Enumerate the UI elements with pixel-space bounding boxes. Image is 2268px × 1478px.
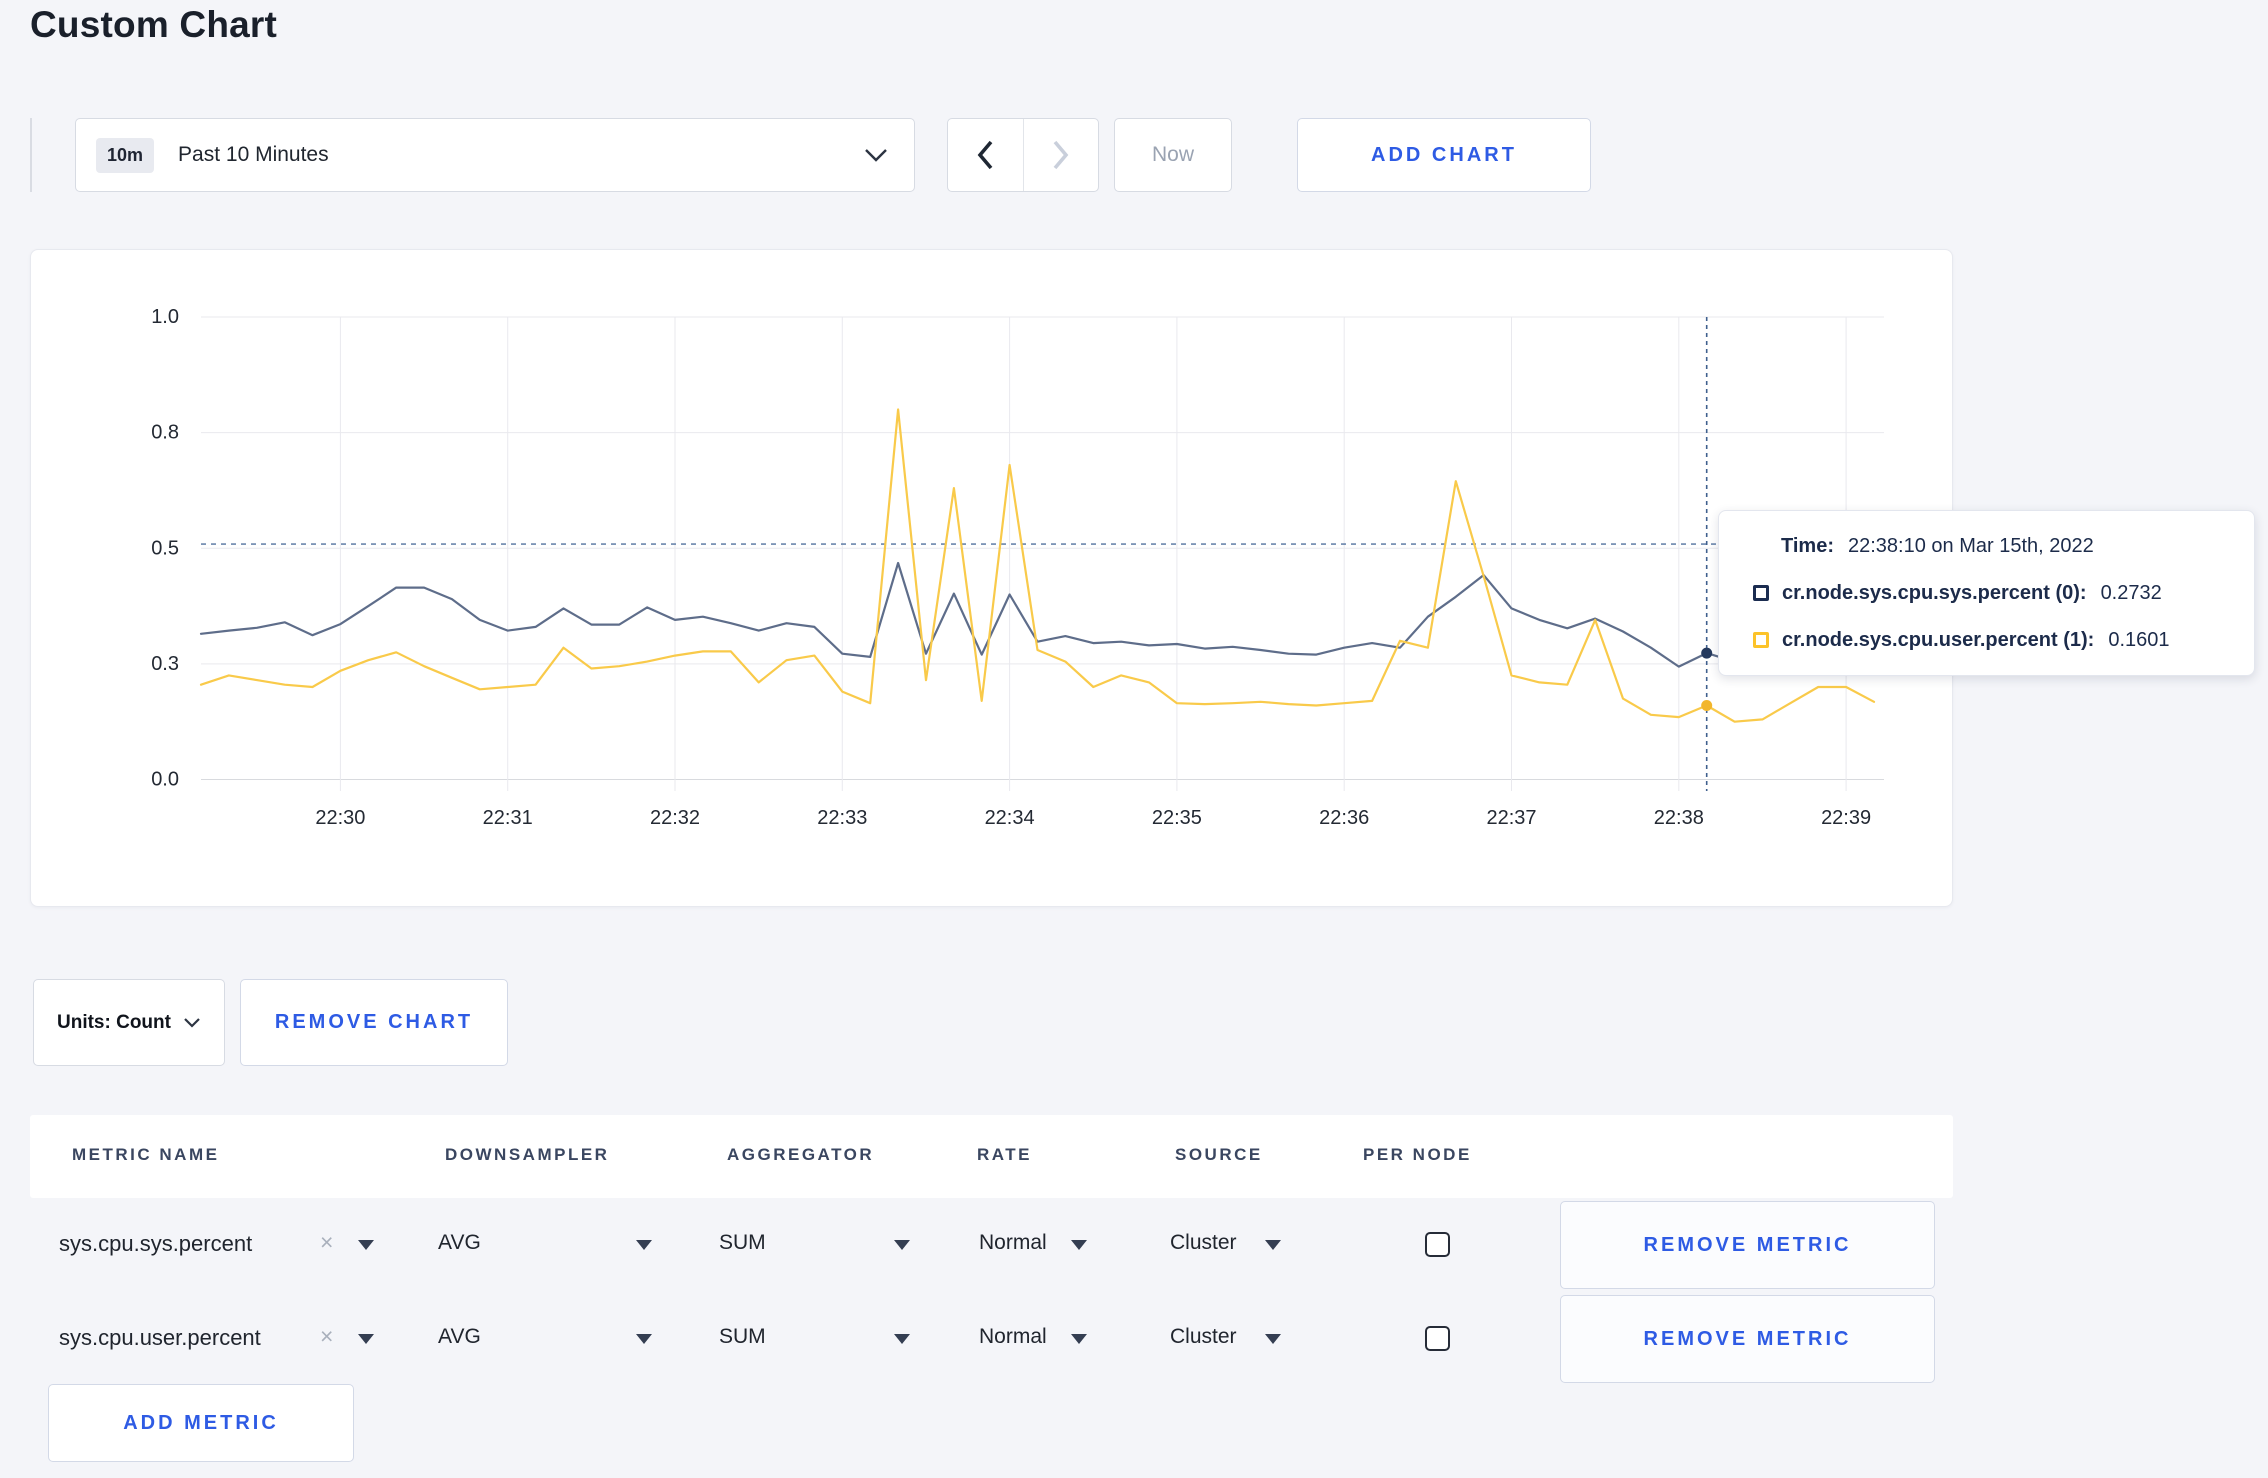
svg-text:22:38: 22:38 bbox=[1654, 807, 1704, 829]
add-chart-label: ADD CHART bbox=[1371, 143, 1517, 166]
chevron-left-icon bbox=[977, 140, 993, 170]
caret-down-icon[interactable] bbox=[636, 1334, 652, 1344]
chart-hover-tooltip: Time: 22:38:10 on Mar 15th, 2022 cr.node… bbox=[1718, 510, 2255, 676]
rate-select[interactable]: Normal bbox=[979, 1325, 1047, 1349]
user-percent-swatch-icon bbox=[1753, 632, 1769, 648]
tooltip-time-label: Time: bbox=[1781, 534, 1834, 557]
tooltip-series-row: cr.node.sys.cpu.sys.percent (0): 0.2732 bbox=[1753, 580, 2254, 607]
rate-select[interactable]: Normal bbox=[979, 1231, 1047, 1255]
col-header-rate: RATE bbox=[977, 1145, 1033, 1164]
svg-text:0.0: 0.0 bbox=[151, 769, 179, 791]
chevron-right-icon bbox=[1053, 140, 1069, 170]
caret-down-icon[interactable] bbox=[636, 1240, 652, 1250]
toolbar-left-divider bbox=[30, 118, 32, 192]
metric-name-select[interactable]: sys.cpu.user.percent bbox=[59, 1325, 261, 1351]
per-node-checkbox[interactable] bbox=[1425, 1326, 1450, 1351]
metric-row-sys-percent: sys.cpu.sys.percent × AVG SUM Normal Clu… bbox=[30, 1198, 1953, 1292]
aggregator-select[interactable]: SUM bbox=[719, 1325, 766, 1349]
remove-metric-label: REMOVE METRIC bbox=[1643, 1233, 1852, 1256]
tooltip-series-value: 0.2732 bbox=[2100, 581, 2162, 604]
units-dropdown[interactable]: Units: Count bbox=[33, 979, 225, 1066]
tooltip-series-value: 0.1601 bbox=[2108, 628, 2170, 651]
svg-text:1.0: 1.0 bbox=[151, 306, 179, 328]
svg-text:22:34: 22:34 bbox=[985, 807, 1035, 829]
caret-down-icon[interactable] bbox=[358, 1334, 374, 1344]
remove-chart-button[interactable]: REMOVE CHART bbox=[240, 979, 508, 1066]
custom-chart-page: Custom Chart 10m Past 10 Minutes Now ADD… bbox=[0, 0, 2268, 1478]
aggregator-select[interactable]: SUM bbox=[719, 1231, 766, 1255]
add-metric-label: ADD METRIC bbox=[123, 1411, 279, 1434]
cpu-percent-chart[interactable]: 0.0 0.3 0.5 0.8 1.0 22:30 22:31 22:32 22:33 22:34… bbox=[31, 250, 1954, 908]
caret-down-icon[interactable] bbox=[894, 1334, 910, 1344]
svg-text:22:32: 22:32 bbox=[650, 807, 700, 829]
time-range-selector[interactable]: 10m Past 10 Minutes bbox=[75, 118, 915, 192]
remove-metric-button[interactable]: REMOVE METRIC bbox=[1560, 1295, 1935, 1383]
svg-text:22:31: 22:31 bbox=[483, 807, 533, 829]
svg-text:22:39: 22:39 bbox=[1821, 807, 1871, 829]
col-header-metric-name: METRIC NAME bbox=[72, 1145, 220, 1164]
svg-text:0.5: 0.5 bbox=[151, 537, 179, 559]
chevron-down-icon bbox=[184, 1018, 200, 1028]
col-header-downsampler: DOWNSAMPLER bbox=[445, 1145, 610, 1164]
svg-text:0.8: 0.8 bbox=[151, 422, 179, 444]
per-node-checkbox[interactable] bbox=[1425, 1232, 1450, 1257]
tooltip-series-label: cr.node.sys.cpu.sys.percent (0): bbox=[1782, 581, 2087, 604]
tooltip-time-row: Time: 22:38:10 on Mar 15th, 2022 bbox=[1781, 533, 2254, 560]
tooltip-series-row: cr.node.sys.cpu.user.percent (1): 0.1601 bbox=[1753, 627, 2254, 654]
chart-card: 0.0 0.3 0.5 0.8 1.0 22:30 22:31 22:32 22:33 22:34… bbox=[30, 249, 1953, 907]
chevron-down-icon bbox=[865, 149, 887, 162]
source-select[interactable]: Cluster bbox=[1170, 1231, 1237, 1255]
source-select[interactable]: Cluster bbox=[1170, 1325, 1237, 1349]
units-label: Units: Count bbox=[57, 1011, 171, 1033]
metrics-table-header: METRIC NAME DOWNSAMPLER AGGREGATOR RATE … bbox=[30, 1115, 1953, 1198]
page-title: Custom Chart bbox=[30, 4, 278, 45]
caret-down-icon[interactable] bbox=[1071, 1334, 1087, 1344]
remove-chart-label: REMOVE CHART bbox=[274, 1011, 474, 1033]
caret-down-icon[interactable] bbox=[1265, 1334, 1281, 1344]
svg-text:22:35: 22:35 bbox=[1152, 807, 1202, 829]
col-header-aggregator: AGGREGATOR bbox=[727, 1145, 875, 1164]
sys-percent-swatch-icon bbox=[1753, 585, 1769, 601]
downsampler-select[interactable]: AVG bbox=[438, 1231, 481, 1255]
remove-metric-label: REMOVE METRIC bbox=[1643, 1327, 1852, 1350]
col-header-per-node: PER NODE bbox=[1363, 1145, 1472, 1164]
time-range-badge: 10m bbox=[96, 137, 155, 173]
downsampler-select[interactable]: AVG bbox=[438, 1325, 481, 1349]
metric-name-select[interactable]: sys.cpu.sys.percent bbox=[59, 1231, 252, 1257]
caret-down-icon[interactable] bbox=[1265, 1240, 1281, 1250]
caret-down-icon[interactable] bbox=[894, 1240, 910, 1250]
tooltip-series-label: cr.node.sys.cpu.user.percent (1): bbox=[1782, 628, 2095, 651]
time-step-group bbox=[947, 118, 1099, 192]
col-header-source: SOURCE bbox=[1175, 1145, 1263, 1164]
clear-metric-icon[interactable]: × bbox=[320, 1323, 333, 1350]
now-button[interactable]: Now bbox=[1114, 118, 1232, 192]
time-range-label: Past 10 Minutes bbox=[178, 143, 329, 166]
svg-text:22:36: 22:36 bbox=[1319, 807, 1369, 829]
svg-text:0.3: 0.3 bbox=[151, 653, 179, 675]
next-time-button[interactable] bbox=[1024, 119, 1099, 191]
add-metric-button[interactable]: ADD METRIC bbox=[48, 1384, 354, 1462]
metric-row-user-percent: sys.cpu.user.percent × AVG SUM Normal Cl… bbox=[30, 1292, 1953, 1386]
svg-text:22:37: 22:37 bbox=[1486, 807, 1536, 829]
tooltip-time-value: 22:38:10 on Mar 15th, 2022 bbox=[1847, 534, 2094, 557]
svg-text:22:33: 22:33 bbox=[817, 807, 867, 829]
add-chart-button[interactable]: ADD CHART bbox=[1297, 118, 1591, 192]
caret-down-icon[interactable] bbox=[1071, 1240, 1087, 1250]
prev-time-button[interactable] bbox=[948, 119, 1023, 191]
remove-metric-button[interactable]: REMOVE METRIC bbox=[1560, 1201, 1935, 1289]
svg-text:22:30: 22:30 bbox=[315, 807, 365, 829]
clear-metric-icon[interactable]: × bbox=[320, 1229, 333, 1256]
now-button-label: Now bbox=[1151, 143, 1194, 166]
caret-down-icon[interactable] bbox=[358, 1240, 374, 1250]
